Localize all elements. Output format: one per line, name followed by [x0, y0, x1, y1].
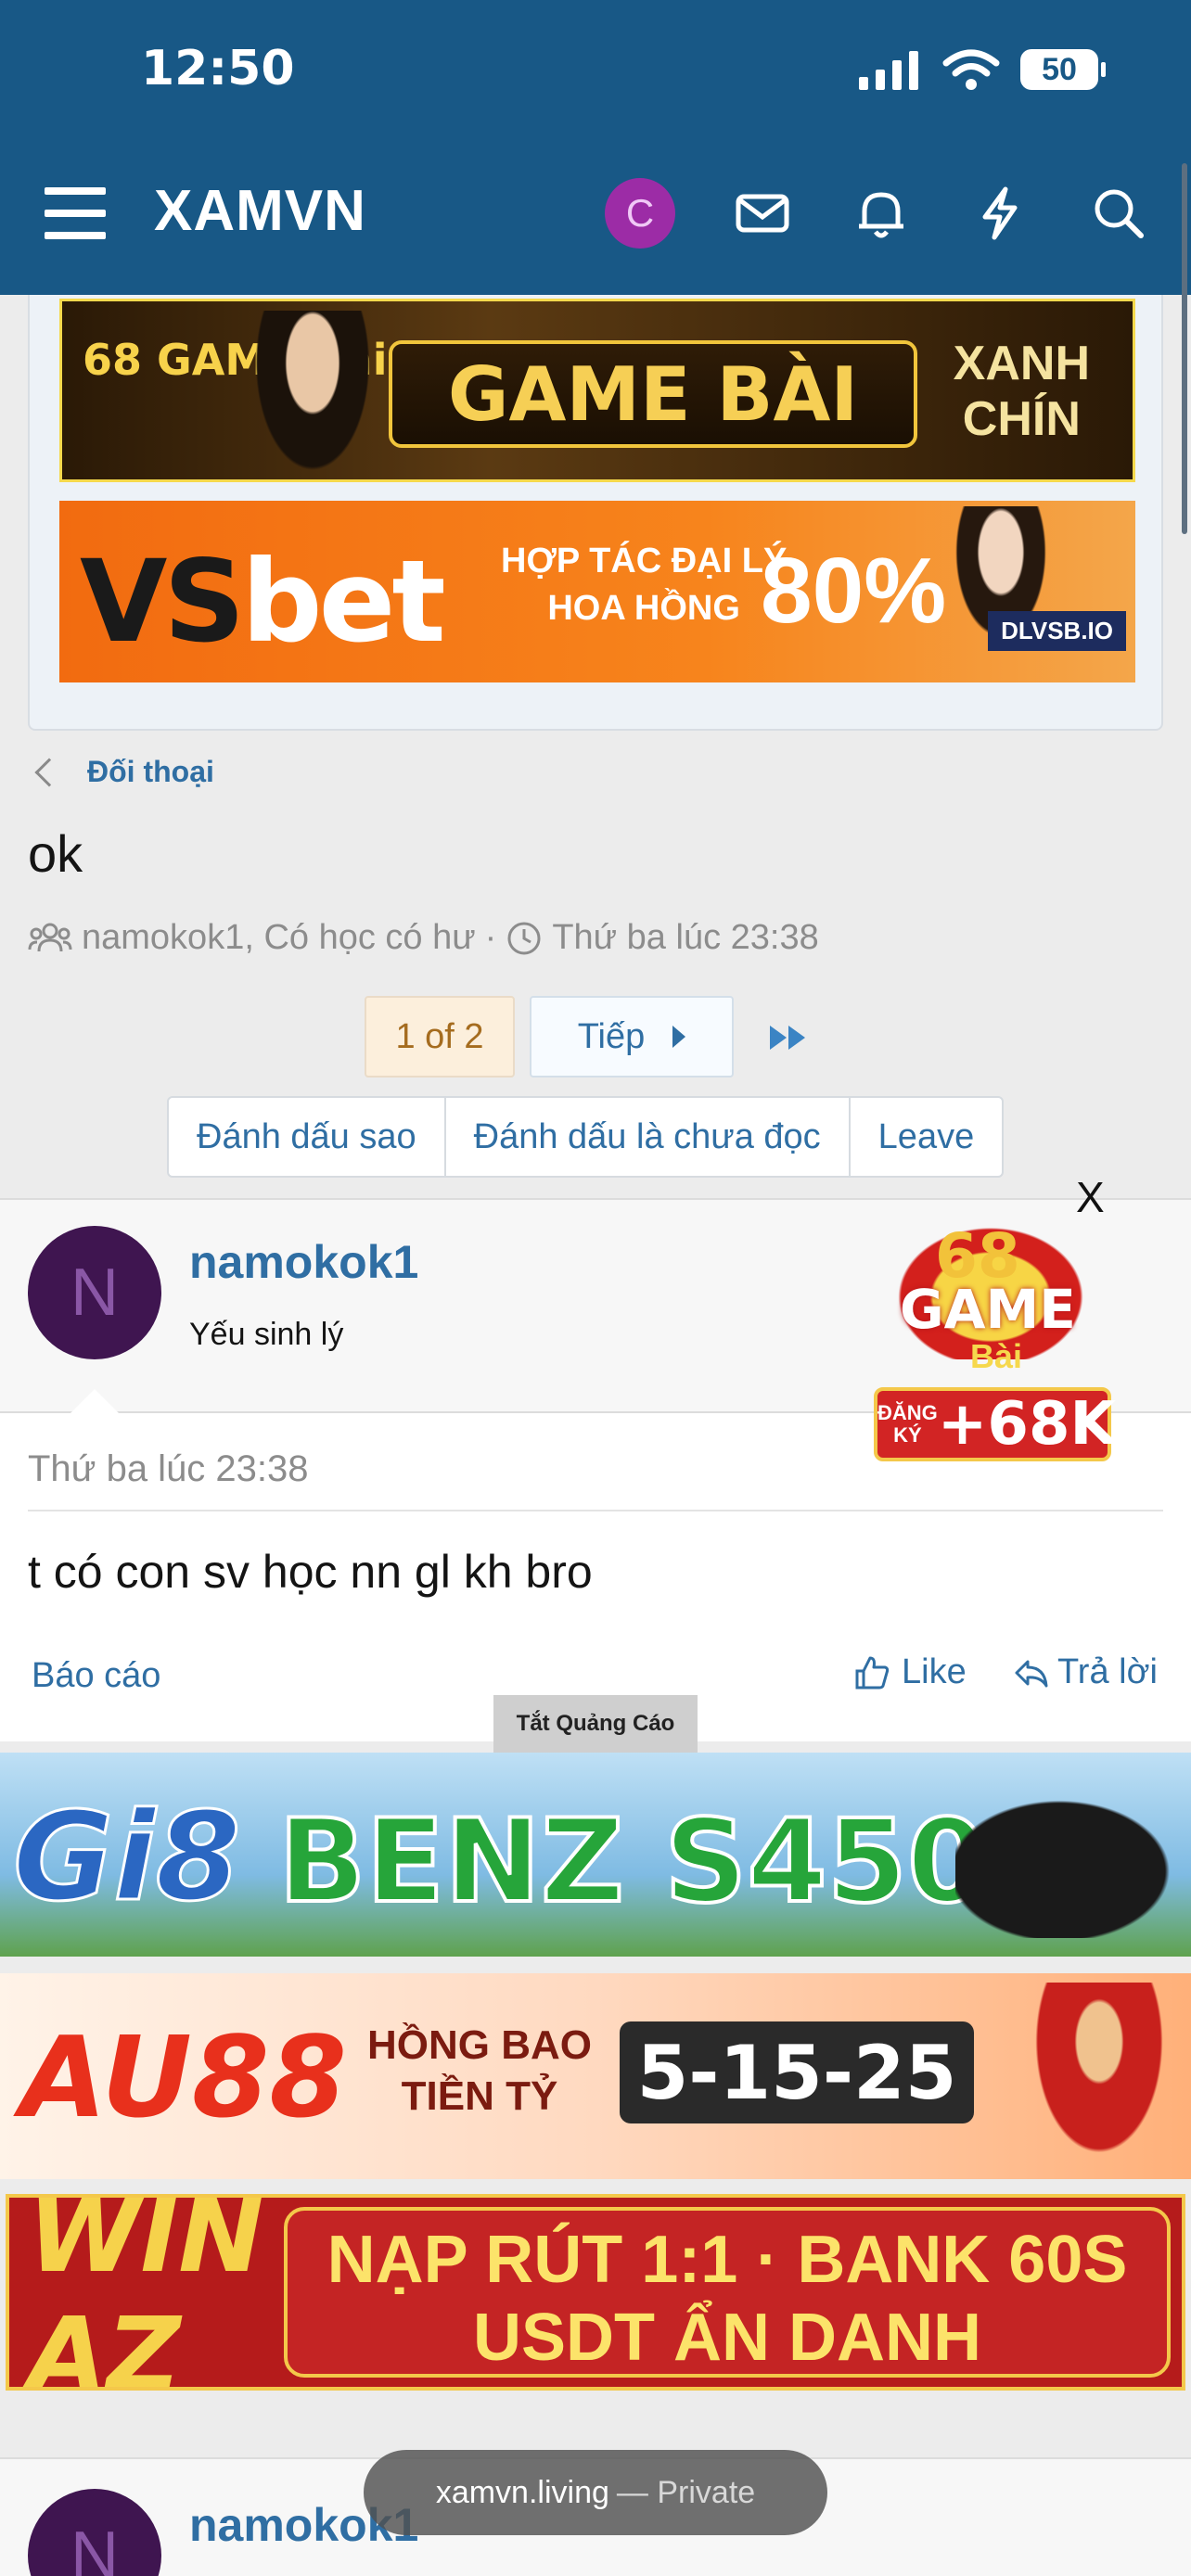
- thread-participants[interactable]: namokok1, Có học có hư: [82, 918, 476, 958]
- ad-au88-model: [1020, 1983, 1178, 2179]
- floating-ad-bai: Bài: [970, 1337, 1023, 1375]
- ad-winaz-line2: USDT ẨN DANH: [473, 2301, 981, 2375]
- message-date[interactable]: Thứ ba lúc 23:38: [28, 1448, 309, 1490]
- status-time: 12:50: [141, 41, 295, 96]
- close-ads-button[interactable]: Tắt Quảng Cáo: [493, 1695, 698, 1753]
- floating-ad-register: ĐĂNG KÝ +68K: [874, 1387, 1116, 1461]
- bolt-icon[interactable]: [970, 184, 1030, 243]
- ad-vsbet-brand-b: bet: [241, 536, 445, 668]
- leave-button[interactable]: Leave: [851, 1098, 1003, 1176]
- ad-vsbet-line2: HOA HỒNG: [547, 589, 740, 629]
- inbox-icon[interactable]: [733, 184, 792, 243]
- meta-separator: ·: [484, 918, 497, 957]
- caret-right-icon: [672, 1026, 686, 1048]
- top-ad-container: 68 GAME Bài GAME BÀI XANH CHÍN VSbet HỢP…: [28, 295, 1163, 731]
- ad-vsbet-percent: 80%: [761, 539, 947, 643]
- account-avatar[interactable]: C: [605, 178, 675, 249]
- ad-banner-gamebai[interactable]: 68 GAME Bài GAME BÀI XANH CHÍN: [59, 299, 1135, 482]
- reply-button[interactable]: Trả lời: [1013, 1652, 1158, 1692]
- status-icons: 50: [857, 48, 1106, 91]
- reply-icon: [1015, 1660, 1048, 1687]
- ad-gamebai-side-1: XANH: [953, 337, 1090, 390]
- ad-vsbet-line1: HỢP TÁC ĐẠI LÝ: [501, 542, 788, 580]
- ad-vsbet-domain: DLVSB.IO: [988, 611, 1126, 651]
- ad-winaz-panel: NẠP RÚT 1:1 · BANK 60S USDT ẨN DANH: [284, 2207, 1171, 2378]
- site-logo[interactable]: XAMVN: [154, 178, 366, 244]
- message-username[interactable]: namokok1: [189, 1235, 418, 1289]
- page-title: ok: [28, 824, 83, 883]
- ad-au88-logo: AU88: [20, 2014, 347, 2143]
- thread-time: Thứ ba lúc 23:38: [552, 918, 819, 957]
- browser-domain: xamvn.living: [435, 2474, 609, 2510]
- ad-vsbet-logo: VSbet: [80, 536, 446, 668]
- ad-gamebai-side: XANH CHÍN: [954, 337, 1090, 448]
- mark-unread-button[interactable]: Đánh dấu là chưa đọc: [446, 1098, 851, 1176]
- breadcrumb-conversations-link[interactable]: Đối thoại: [87, 755, 214, 789]
- clock-icon: [507, 922, 541, 954]
- ad-gamebai-model: [248, 311, 378, 479]
- ad-au88-numbers: 5-15-25: [620, 2021, 974, 2123]
- floating-ad-game: GAME: [900, 1278, 1076, 1341]
- breadcrumb[interactable]: Đối thoại: [28, 755, 214, 789]
- divider: [28, 1510, 1163, 1511]
- browser-private-label: — Private: [616, 2474, 756, 2510]
- participants-icon: [28, 923, 72, 951]
- ad-vsbet-text: HỢP TÁC ĐẠI LÝ HOA HỒNG: [501, 538, 787, 633]
- star-button[interactable]: Đánh dấu sao: [169, 1098, 446, 1176]
- ad-gamebai-title: GAME BÀI: [389, 340, 917, 448]
- nav-bar: XAMVN C: [0, 159, 1191, 271]
- battery-indicator: 50: [1020, 49, 1106, 90]
- app-header: 12:50 50 XAMVN C: [0, 0, 1191, 295]
- ad-winaz-logo: WIN AZ: [28, 2194, 264, 2391]
- like-button[interactable]: Like: [853, 1652, 967, 1692]
- search-icon[interactable]: [1089, 184, 1148, 243]
- ad-au88-text: HỒNG BAO TIỀN TỶ: [367, 2020, 592, 2122]
- avatar[interactable]: N: [28, 1226, 161, 1359]
- wifi-icon: [942, 49, 1000, 90]
- browser-url-bar[interactable]: xamvn.living — Private: [364, 2450, 827, 2535]
- ad-vsbet-brand-a: VS: [80, 536, 245, 668]
- floating-ad-amount: +68K: [937, 1390, 1117, 1459]
- ad-winaz-line1: NẠP RÚT 1:1 · BANK 60S: [327, 2223, 1128, 2297]
- ad-banner-winaz[interactable]: WIN AZ NẠP RÚT 1:1 · BANK 60S USDT ẨN DA…: [6, 2194, 1185, 2391]
- ad-gamebai-side-2: CHÍN: [962, 391, 1081, 446]
- reply-label: Trả lời: [1057, 1652, 1158, 1691]
- conversation-actions: Đánh dấu sao Đánh dấu là chưa đọc Leave: [167, 1096, 1005, 1178]
- ad-gi8-text: BENZ S450: [276, 1793, 989, 1931]
- thumbs-up-icon: [855, 1656, 890, 1689]
- thread-meta: namokok1, Có học có hư · Thứ ba lúc 23:3…: [28, 918, 819, 958]
- page-current[interactable]: 1 of 2: [365, 996, 515, 1078]
- ad-vsbet-model: [931, 506, 1070, 682]
- ad-au88-line2: TIỀN TỶ: [401, 2073, 558, 2119]
- signal-icon: [859, 51, 918, 90]
- pagination: 1 of 2 Tiếp: [365, 996, 734, 1078]
- last-page-icon[interactable]: [768, 1024, 809, 1052]
- bell-icon[interactable]: [852, 184, 911, 243]
- ad-banner-gi8[interactable]: Gi8 BENZ S450: [0, 1753, 1191, 1957]
- like-label: Like: [902, 1652, 967, 1691]
- scrollbar[interactable]: [1182, 163, 1187, 534]
- report-link[interactable]: Báo cáo: [32, 1656, 160, 1696]
- page-next-button[interactable]: Tiếp: [530, 996, 734, 1078]
- message-pointer: [69, 1389, 121, 1415]
- ad-gi8-logo: Gi8: [11, 1785, 241, 1931]
- chevron-left-icon: [34, 757, 64, 787]
- ad-banner-vsbet[interactable]: VSbet HỢP TÁC ĐẠI LÝ HOA HỒNG 80% DLVSB.…: [59, 501, 1135, 682]
- page-next-label: Tiếp: [577, 1016, 646, 1056]
- menu-icon[interactable]: [45, 187, 106, 239]
- floating-ad-68gamebai[interactable]: 68 GAME Bài ĐĂNG KÝ +68K: [852, 1202, 1130, 1465]
- ad-au88-line1: HỒNG BAO: [367, 2022, 592, 2068]
- message-user-title: Yếu sinh lý: [189, 1317, 344, 1352]
- floating-ad-register-label: ĐĂNG KÝ: [877, 1400, 938, 1447]
- ad-banner-au88[interactable]: AU88 HỒNG BAO TIỀN TỶ 5-15-25: [0, 1973, 1191, 2179]
- ad-gi8-car: [955, 1771, 1191, 1938]
- message-text: t có con sv học nn gl kh bro: [28, 1546, 593, 1598]
